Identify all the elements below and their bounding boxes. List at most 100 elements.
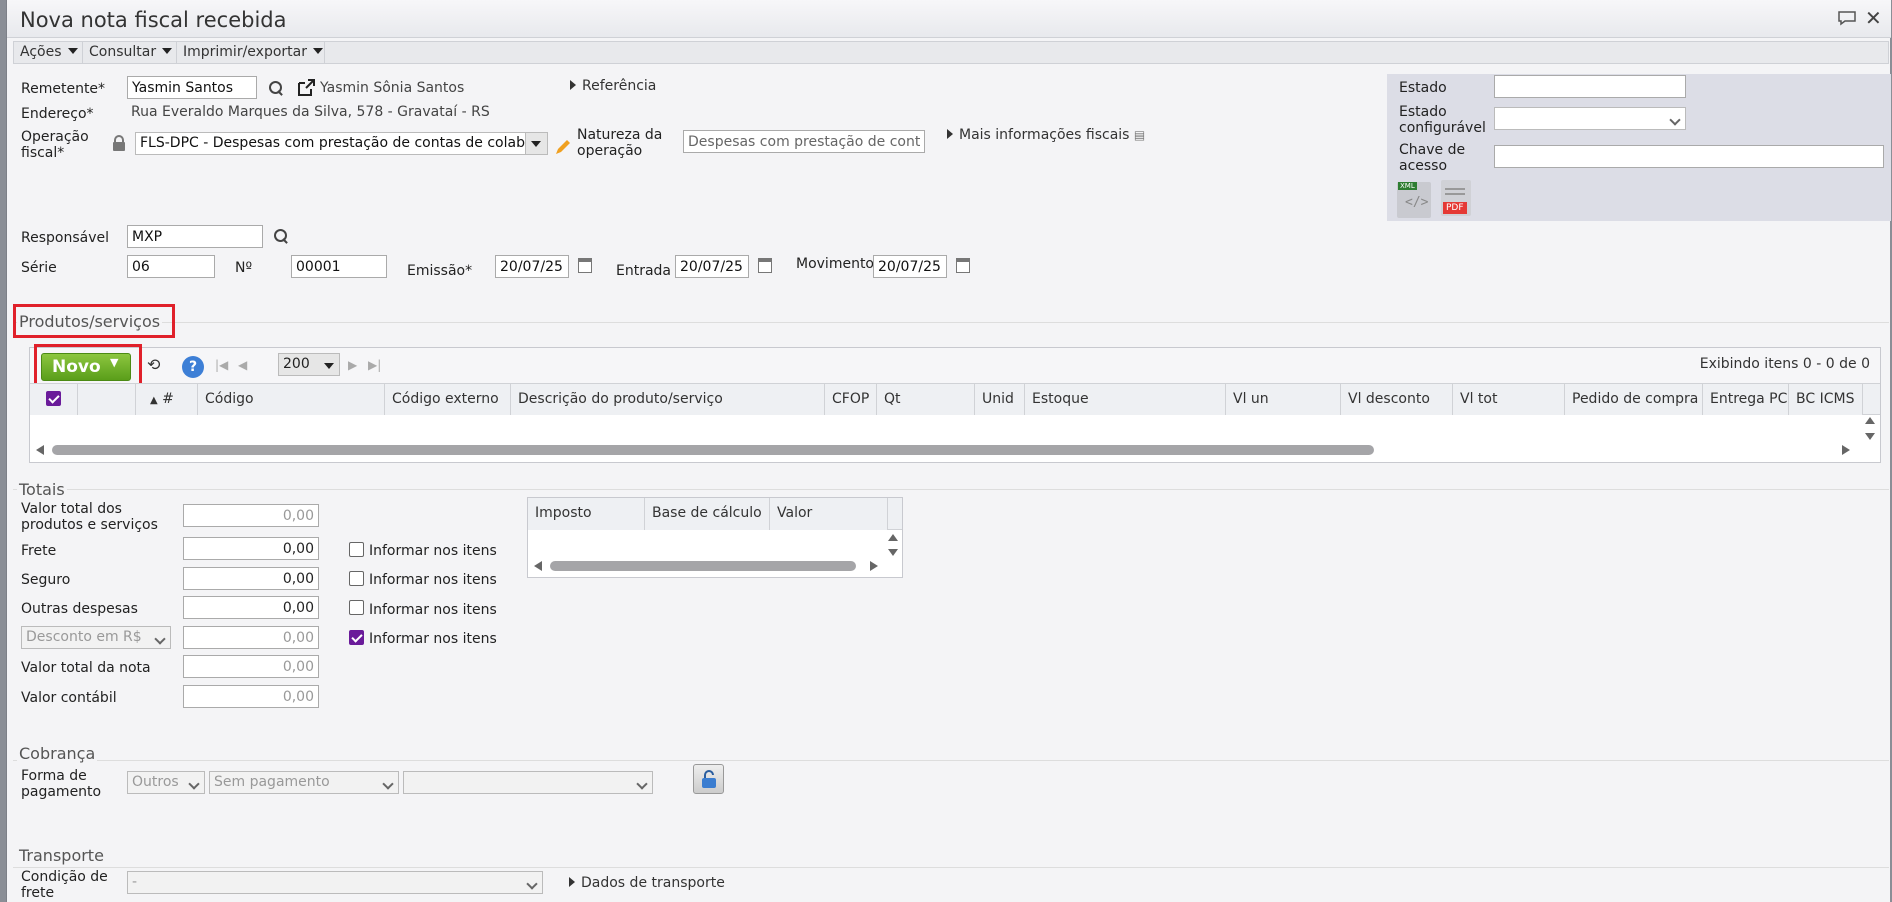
calendar-icon[interactable] [578, 258, 592, 273]
col-pedido-compra[interactable]: Pedido de compra [1565, 384, 1703, 416]
xml-file-icon[interactable]: XML </> [1397, 182, 1431, 218]
valor-total-input[interactable] [183, 504, 319, 527]
search-icon[interactable] [269, 81, 283, 95]
seguro-label: Seguro [21, 572, 71, 588]
col-vl-un[interactable]: Vl un [1226, 384, 1341, 416]
search-icon[interactable] [274, 229, 288, 243]
menu-consultar[interactable]: Consultar [83, 42, 177, 63]
desconto-informar-checkbox[interactable] [349, 630, 364, 645]
emissao-input[interactable] [495, 255, 569, 278]
entrada-input[interactable] [675, 255, 749, 278]
valor-nota-label: Valor total da nota [21, 660, 151, 676]
next-page-icon[interactable]: ▶ [348, 358, 357, 372]
dados-transporte-toggle[interactable]: Dados de transporte [569, 875, 725, 891]
valor-nota-input[interactable] [183, 655, 319, 678]
col-imposto[interactable]: Imposto [528, 498, 645, 530]
menu-acoes[interactable]: Ações [14, 42, 83, 63]
frete-input[interactable] [183, 537, 319, 560]
col-descricao[interactable]: Descrição do produto/serviço [511, 384, 825, 416]
pagamento-detail-select[interactable] [403, 771, 653, 794]
menu-imprimir-exportar[interactable]: Imprimir/exportar [177, 42, 325, 63]
close-icon[interactable]: ✕ [1865, 6, 1882, 30]
title-bar: Nova nota fiscal recebida ✕ [7, 0, 1891, 38]
chave-label: Chave de acesso [1399, 142, 1466, 174]
scroll-right-arrow[interactable] [1842, 445, 1850, 455]
transporte-section-title: Transporte [17, 846, 106, 865]
pdf-file-icon[interactable]: PDF [1441, 180, 1471, 216]
emissao-label: Emissão* [407, 263, 473, 279]
col-qt[interactable]: Qt [877, 384, 975, 416]
col-vl-desconto[interactable]: Vl desconto [1341, 384, 1453, 416]
comment-icon[interactable] [1837, 10, 1857, 26]
outras-despesas-input[interactable] [183, 596, 319, 619]
responsavel-label: Responsável [21, 230, 109, 246]
calendar-icon[interactable] [758, 258, 772, 273]
operacao-dropdown-button[interactable] [525, 133, 547, 154]
col-unid[interactable]: Unid [975, 384, 1025, 416]
last-page-icon[interactable]: ▶| [368, 358, 381, 372]
page-size-select[interactable]: 200 [278, 353, 340, 376]
pencil-icon[interactable] [554, 138, 572, 156]
estado-config-select[interactable] [1494, 107, 1686, 130]
desconto-input[interactable] [183, 626, 319, 649]
unlock-button[interactable] [693, 764, 724, 794]
referencia-toggle[interactable]: Referência [570, 78, 656, 94]
col-codigo-externo[interactable]: Código externo [385, 384, 511, 416]
first-page-icon[interactable]: |◀ [215, 358, 228, 372]
col-estoque[interactable]: Estoque [1025, 384, 1226, 416]
refresh-icon[interactable]: ⟲ [147, 355, 160, 374]
operacao-select[interactable]: FLS-DPC - Despesas com prestação de cont… [135, 132, 548, 155]
help-icon[interactable]: ? [182, 356, 204, 378]
col-label: # [162, 391, 174, 407]
scroll-right-arrow[interactable] [870, 561, 878, 571]
select-all-checkbox[interactable] [46, 391, 61, 406]
remetente-input[interactable] [127, 76, 257, 99]
condicao-frete-select[interactable]: - [127, 871, 543, 894]
valor-contabil-input[interactable] [183, 685, 319, 708]
mais-info-label: Mais informações fiscais [959, 127, 1130, 143]
seguro-informar-checkbox[interactable] [349, 571, 364, 586]
seguro-input[interactable] [183, 567, 319, 590]
scroll-left-arrow[interactable] [36, 445, 44, 455]
movimento-input[interactable] [873, 255, 947, 278]
endereco-label: Endereço* [21, 106, 94, 122]
serie-input[interactable] [127, 255, 215, 278]
estado-input[interactable] [1494, 75, 1686, 98]
valor-contabil-label: Valor contábil [21, 690, 117, 706]
mais-info-toggle[interactable]: Mais informações fiscais ▤ [947, 127, 1145, 143]
horizontal-scrollbar[interactable] [550, 561, 856, 571]
outras-informar-checkbox[interactable] [349, 600, 364, 615]
caret-down-icon [531, 141, 541, 147]
scroll-left-arrow[interactable] [534, 561, 542, 571]
scroll-down-arrow[interactable] [1865, 433, 1875, 440]
dialog-window: Nova nota fiscal recebida ✕ Ações Consul… [6, 0, 1891, 902]
horizontal-scrollbar[interactable] [52, 445, 1374, 455]
scroll-up-arrow[interactable] [1865, 417, 1875, 424]
calendar-icon[interactable] [956, 258, 970, 273]
natureza-input[interactable] [683, 130, 925, 153]
desconto-type-select[interactable]: Desconto em R$ [21, 626, 171, 649]
forma-pagamento-select[interactable]: Outros [127, 771, 205, 794]
sort-asc-icon: ▲ [150, 395, 158, 406]
col-cfop[interactable]: CFOP [825, 384, 877, 416]
valor-total-label: Valor total dos produtos e serviços [21, 501, 158, 533]
prev-page-icon[interactable]: ◀ [238, 358, 247, 372]
col-codigo[interactable]: Código [198, 384, 385, 416]
col-bc-icms[interactable]: BC ICMS [1789, 384, 1863, 416]
external-link-icon[interactable] [296, 78, 316, 98]
operacao-label: Operação fiscal* [21, 129, 89, 161]
scroll-up-arrow[interactable] [888, 534, 898, 541]
numero-input[interactable] [291, 255, 387, 278]
col-entrega-pc[interactable]: Entrega PC [1703, 384, 1789, 416]
col-valor[interactable]: Valor [770, 498, 888, 530]
col-base-calculo[interactable]: Base de cálculo [645, 498, 770, 530]
scroll-down-arrow[interactable] [888, 549, 898, 556]
frete-informar-checkbox[interactable] [349, 542, 364, 557]
estado-config-label: Estado configurável [1399, 104, 1486, 136]
col-index[interactable]: ▲ # [136, 384, 198, 416]
pagamento-select[interactable]: Sem pagamento [209, 771, 399, 794]
responsavel-input[interactable] [127, 225, 263, 248]
chave-input[interactable] [1494, 145, 1884, 168]
col-vl-tot[interactable]: Vl tot [1453, 384, 1565, 416]
unlock-icon [702, 770, 716, 788]
